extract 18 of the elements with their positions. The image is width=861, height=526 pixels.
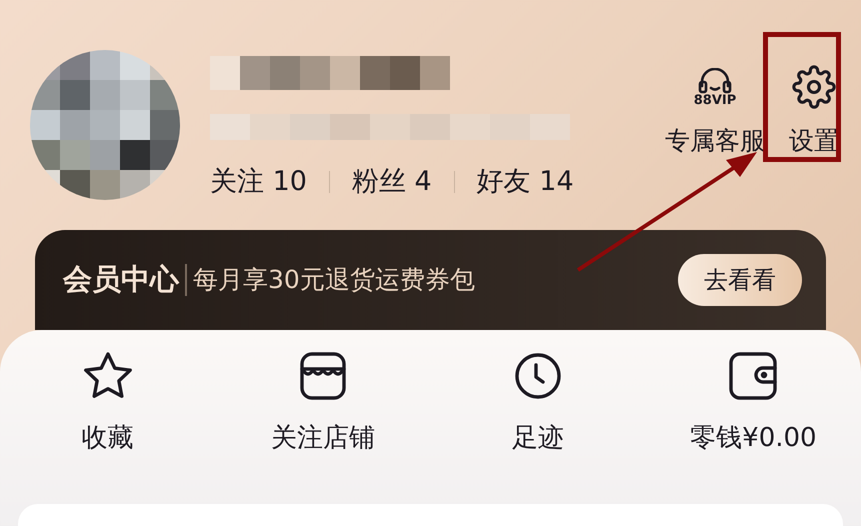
settings-icon [792, 65, 836, 109]
shortcut-button[interactable]: 零钱¥0.00 [646, 350, 861, 459]
shortcut-button[interactable]: 关注店铺 [215, 350, 430, 459]
headset-icon [698, 68, 732, 94]
banner-text: 每月享30元退货运费券包 [193, 264, 475, 296]
banner-title: 会员中心 [63, 261, 179, 298]
shortcut-button[interactable]: 收藏 [0, 350, 216, 459]
stat-link[interactable]: 粉丝 4 [352, 162, 432, 202]
action-label[interactable]: 专属客服 [665, 122, 765, 160]
vip-label: 88VIP [694, 94, 736, 106]
stat-link[interactable]: 关注 10 [210, 162, 307, 202]
member-banner[interactable]: 会员中心 每月享30元退货运费券包 去看看 [35, 230, 826, 330]
star-icon [82, 351, 134, 401]
stat-link[interactable]: 好友 14 [476, 162, 574, 202]
view-button[interactable]: 去看看 [678, 254, 802, 306]
shortcut-button[interactable]: 足迹 [430, 350, 646, 459]
action-label[interactable]: 设置 [789, 122, 839, 160]
wallet-icon [727, 351, 780, 401]
